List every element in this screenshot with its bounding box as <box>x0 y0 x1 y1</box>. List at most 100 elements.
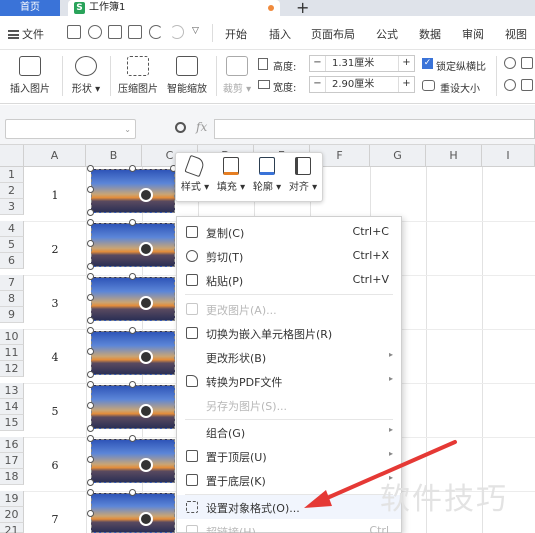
row-header-15[interactable]: 15 <box>0 415 24 431</box>
fill-button[interactable]: 填充 ▾ <box>214 157 248 193</box>
row-header-4[interactable]: 4 <box>0 221 24 237</box>
width-increase-button[interactable]: + <box>398 77 414 92</box>
row-header-13[interactable]: 13 <box>0 383 24 399</box>
tab-workbook[interactable]: S 工作簿1 <box>68 0 280 16</box>
export-icon[interactable] <box>88 25 102 39</box>
cell-a-value[interactable]: 7 <box>24 513 86 526</box>
rotate-handle-icon[interactable] <box>139 188 153 202</box>
cell-a-value[interactable]: 1 <box>24 189 86 202</box>
row-header-20[interactable]: 20 <box>0 507 24 523</box>
rotate-handle-icon[interactable] <box>139 242 153 256</box>
resize-handle[interactable] <box>129 435 136 442</box>
column-header-h[interactable]: H <box>426 145 482 167</box>
resize-handle[interactable] <box>87 317 94 324</box>
menu-item-convert-pdf[interactable]: 转换为PDF文件 ▸ <box>177 369 401 393</box>
row-header-14[interactable]: 14 <box>0 399 24 415</box>
menu-item-hyperlink[interactable]: 超链接(H)... Ctrl <box>177 519 401 533</box>
rotate-icon[interactable] <box>504 57 516 69</box>
resize-handle[interactable] <box>87 327 94 334</box>
tab-home[interactable]: 首页 <box>0 0 60 16</box>
row-header-18[interactable]: 18 <box>0 469 24 485</box>
resize-handle[interactable] <box>87 371 94 378</box>
menu-item-change-shape[interactable]: 更改形状(B) ▸ <box>177 345 401 369</box>
resize-handle[interactable] <box>87 273 94 280</box>
resize-handle[interactable] <box>87 240 94 247</box>
fx-icon[interactable]: fx <box>196 120 207 134</box>
resize-handle[interactable] <box>87 263 94 270</box>
row-header-6[interactable]: 6 <box>0 253 24 269</box>
redo-icon[interactable] <box>170 25 184 39</box>
file-menu-button[interactable]: 文件 <box>8 26 44 42</box>
sunset-picture[interactable] <box>91 331 175 375</box>
compress-picture-button[interactable]: 压缩图片 <box>115 56 161 95</box>
menu-view[interactable]: 视图 <box>505 26 527 42</box>
rotate-handle-icon[interactable] <box>139 350 153 364</box>
row-header-3[interactable]: 3 <box>0 199 24 215</box>
sunset-picture[interactable] <box>91 223 175 267</box>
undo-icon[interactable] <box>149 25 163 39</box>
menu-formulas[interactable]: 公式 <box>376 26 398 42</box>
align-icon[interactable] <box>521 79 533 91</box>
row-header-21[interactable]: 21 <box>0 523 24 533</box>
resize-handle[interactable] <box>87 402 94 409</box>
rotate-handle-icon[interactable] <box>139 458 153 472</box>
resize-handle[interactable] <box>129 381 136 388</box>
resize-handle[interactable] <box>87 489 94 496</box>
resize-handle[interactable] <box>87 510 94 517</box>
smart-zoom-button[interactable]: 智能缩放 <box>164 56 210 95</box>
rotate-handle-icon[interactable] <box>139 296 153 310</box>
menu-item-embed-in-cell[interactable]: 切换为嵌入单元格图片(R) <box>177 321 401 345</box>
row-header-7[interactable]: 7 <box>0 275 24 291</box>
column-header-a[interactable]: A <box>24 145 86 167</box>
chevron-down-icon[interactable]: ⌄ <box>124 125 131 134</box>
row-header-12[interactable]: 12 <box>0 361 24 377</box>
row-header-10[interactable]: 10 <box>0 329 24 345</box>
cell-a-value[interactable]: 6 <box>24 459 86 472</box>
flip-icon[interactable] <box>521 57 533 69</box>
rotate-icon[interactable] <box>504 79 516 91</box>
print-preview-icon[interactable] <box>128 25 142 39</box>
resize-handle[interactable] <box>87 186 94 193</box>
name-box[interactable]: ⌄ <box>5 119 136 139</box>
align-button[interactable]: 对齐 ▾ <box>286 157 320 193</box>
cell-a-value[interactable]: 5 <box>24 405 86 418</box>
width-decrease-button[interactable]: − <box>310 77 326 92</box>
resize-handle[interactable] <box>87 165 94 172</box>
sunset-picture[interactable] <box>91 277 175 321</box>
menu-item-change-picture[interactable]: 更改图片(A)... <box>177 297 401 321</box>
height-spinner[interactable]: − 1.31厘米 + <box>309 55 415 72</box>
cell-a-value[interactable]: 2 <box>24 243 86 256</box>
height-decrease-button[interactable]: − <box>310 56 326 71</box>
row-header-9[interactable]: 9 <box>0 307 24 323</box>
height-value[interactable]: 1.31厘米 <box>332 57 374 71</box>
resize-handle[interactable] <box>87 435 94 442</box>
rotate-handle-icon[interactable] <box>139 512 153 526</box>
height-increase-button[interactable]: + <box>398 56 414 71</box>
resize-handle[interactable] <box>87 209 94 216</box>
resize-handle[interactable] <box>87 479 94 486</box>
column-header-g[interactable]: G <box>370 145 426 167</box>
crop-button[interactable]: 裁剪 ▾ <box>222 56 252 95</box>
resize-handle[interactable] <box>87 381 94 388</box>
insert-picture-button[interactable]: 插入图片 <box>5 56 55 95</box>
row-header-8[interactable]: 8 <box>0 291 24 307</box>
menu-start[interactable]: 开始 <box>225 26 247 42</box>
menu-review[interactable]: 审阅 <box>462 26 484 42</box>
resize-handle[interactable] <box>129 273 136 280</box>
resize-handle[interactable] <box>129 327 136 334</box>
row-header-2[interactable]: 2 <box>0 183 24 199</box>
sunset-picture[interactable] <box>91 169 175 213</box>
menu-item-save-as-picture[interactable]: 另存为图片(S)... <box>177 393 401 417</box>
row-header-16[interactable]: 16 <box>0 437 24 453</box>
save-icon[interactable] <box>67 25 81 39</box>
width-spinner[interactable]: − 2.90厘米 + <box>309 76 415 93</box>
width-value[interactable]: 2.90厘米 <box>332 78 374 92</box>
zoom-icon[interactable] <box>175 122 186 133</box>
row-header-11[interactable]: 11 <box>0 345 24 361</box>
cell-a-value[interactable]: 4 <box>24 351 86 364</box>
cell-a-value[interactable]: 3 <box>24 297 86 310</box>
sunset-picture[interactable] <box>91 493 175 533</box>
resize-handle[interactable] <box>87 219 94 226</box>
sunset-picture[interactable] <box>91 385 175 429</box>
column-header-b[interactable]: B <box>86 145 142 167</box>
